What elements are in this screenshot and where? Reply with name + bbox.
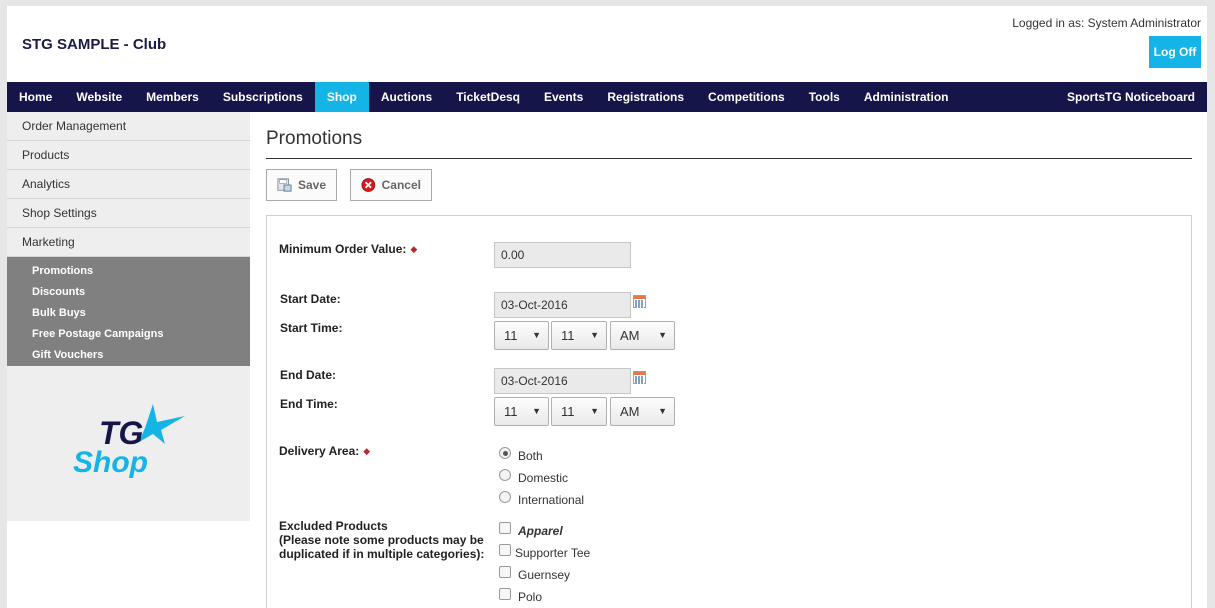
- excluded-label-line-1: Excluded Products: [279, 519, 388, 533]
- delivery-area-label-text: Delivery Area:: [279, 444, 360, 458]
- subnav-item-free-postage[interactable]: Free Postage Campaigns: [7, 323, 250, 344]
- sidebar-item-shop-settings[interactable]: Shop Settings: [7, 199, 250, 228]
- save-button[interactable]: Save: [266, 169, 337, 201]
- save-button-label: Save: [297, 178, 326, 192]
- start-time-label: Start Time:: [280, 321, 343, 335]
- nav-item-auctions[interactable]: Auctions: [369, 82, 444, 112]
- start-date-input[interactable]: [494, 292, 631, 318]
- page-title: Promotions: [266, 128, 363, 149]
- save-icon: [277, 178, 292, 192]
- sidebar: Order Management Products Analytics Shop…: [7, 112, 250, 521]
- end-ampm-select[interactable]: AM ▼: [610, 397, 675, 426]
- start-minute-value: 11: [561, 328, 575, 343]
- sidebar-item-order-management[interactable]: Order Management: [7, 112, 250, 141]
- tg-shop-logo: TG Shop: [69, 402, 189, 482]
- dropdown-caret-icon: ▼: [658, 330, 667, 340]
- delivery-radio-domestic[interactable]: [499, 469, 511, 481]
- tg-shop-logo-graphic: TG Shop: [73, 404, 185, 479]
- star-swoosh-icon: [139, 404, 185, 444]
- title-divider: [266, 158, 1192, 159]
- nav-item-ticketdesq[interactable]: TicketDesq: [444, 82, 532, 112]
- dropdown-caret-icon: ▼: [590, 406, 599, 416]
- excluded-checkbox-polo[interactable]: [499, 588, 511, 600]
- cancel-button-label: Cancel: [381, 178, 421, 192]
- start-minute-select[interactable]: 11 ▼: [551, 321, 607, 350]
- start-hour-value: 11: [504, 328, 518, 343]
- dropdown-caret-icon: ▼: [532, 406, 541, 416]
- required-icon: ◆: [363, 446, 371, 456]
- nav-item-home[interactable]: Home: [7, 82, 64, 112]
- subnav-item-discounts[interactable]: Discounts: [7, 281, 250, 302]
- delivery-radio-international[interactable]: [499, 491, 511, 503]
- end-hour-value: 11: [504, 404, 518, 419]
- sidebar-item-marketing[interactable]: Marketing: [7, 228, 250, 257]
- calendar-icon[interactable]: [633, 295, 646, 308]
- min-order-label-text: Minimum Order Value:: [279, 242, 407, 256]
- excluded-products-label: Excluded Products (Please note some prod…: [279, 519, 484, 561]
- end-date-input[interactable]: [494, 368, 631, 394]
- logged-in-status: Logged in as: System Administrator: [1012, 16, 1201, 30]
- required-icon: ◆: [410, 244, 418, 254]
- nav-item-events[interactable]: Events: [532, 82, 595, 112]
- excluded-product-polo: Polo: [518, 590, 543, 604]
- end-minute-select[interactable]: 11 ▼: [551, 397, 607, 426]
- end-ampm-value: AM: [620, 404, 640, 419]
- excluded-checkbox-supporter-tee[interactable]: [499, 544, 511, 556]
- logoff-button[interactable]: Log Off: [1149, 36, 1201, 68]
- nav-item-shop[interactable]: Shop: [314, 82, 369, 112]
- dropdown-caret-icon: ▼: [532, 330, 541, 340]
- sidebar-item-analytics[interactable]: Analytics: [7, 170, 250, 199]
- start-ampm-select[interactable]: AM ▼: [610, 321, 675, 350]
- start-date-label: Start Date:: [280, 292, 341, 306]
- club-name: STG SAMPLE - Club: [22, 36, 167, 53]
- page-frame: STG SAMPLE - Club Logged in as: System A…: [7, 6, 1207, 608]
- cancel-button[interactable]: Cancel: [350, 169, 432, 201]
- excluded-product-guernsey: Guernsey: [518, 568, 571, 582]
- delivery-option-both: Both: [518, 449, 543, 463]
- end-date-label: End Date:: [280, 368, 337, 382]
- nav-item-tools[interactable]: Tools: [797, 82, 852, 112]
- min-order-input[interactable]: [494, 242, 631, 268]
- start-hour-select[interactable]: 11 ▼: [494, 321, 549, 350]
- dropdown-caret-icon: ▼: [590, 330, 599, 340]
- excluded-product-supporter-tee: Supporter Tee: [515, 546, 591, 560]
- logo-shop-text: Shop: [73, 446, 148, 479]
- end-hour-select[interactable]: 11 ▼: [494, 397, 549, 426]
- delivery-option-international: International: [518, 493, 585, 507]
- end-minute-value: 11: [561, 404, 575, 419]
- delivery-option-domestic: Domestic: [518, 471, 569, 485]
- delivery-radio-both[interactable]: [499, 447, 511, 459]
- main-nav: Home Website Members Subscriptions Shop …: [7, 82, 1207, 112]
- dropdown-caret-icon: ▼: [658, 406, 667, 416]
- excluded-label-line-2: (Please note some products may be: [279, 533, 484, 547]
- nav-item-subscriptions[interactable]: Subscriptions: [211, 82, 315, 112]
- start-ampm-value: AM: [620, 328, 640, 343]
- nav-item-members[interactable]: Members: [134, 82, 211, 112]
- min-order-label: Minimum Order Value: ◆: [279, 242, 417, 256]
- sidebar-item-products[interactable]: Products: [7, 141, 250, 170]
- nav-item-administration[interactable]: Administration: [852, 82, 961, 112]
- nav-item-website[interactable]: Website: [64, 82, 134, 112]
- calendar-icon[interactable]: [633, 371, 646, 384]
- excluded-category-apparel: Apparel: [518, 524, 563, 538]
- nav-item-noticeboard[interactable]: SportsTG Noticeboard: [1055, 82, 1207, 112]
- subnav-item-promotions[interactable]: Promotions: [7, 260, 250, 281]
- marketing-subnav: Promotions Discounts Bulk Buys Free Post…: [7, 257, 250, 366]
- excluded-label-line-3: duplicated if in multiple categories):: [279, 547, 485, 561]
- end-time-label: End Time:: [280, 397, 338, 411]
- cancel-icon: [361, 178, 376, 192]
- promotion-form: Minimum Order Value:◆ Start Date: Start …: [266, 215, 1192, 608]
- subnav-item-bulk-buys[interactable]: Bulk Buys: [7, 302, 250, 323]
- excluded-checkbox-apparel[interactable]: [499, 522, 511, 534]
- nav-item-registrations[interactable]: Registrations: [595, 82, 696, 112]
- delivery-area-label: Delivery Area: ◆: [279, 444, 370, 458]
- excluded-checkbox-guernsey[interactable]: [499, 566, 511, 578]
- subnav-item-gift-vouchers[interactable]: Gift Vouchers: [7, 344, 250, 365]
- nav-item-competitions[interactable]: Competitions: [696, 82, 797, 112]
